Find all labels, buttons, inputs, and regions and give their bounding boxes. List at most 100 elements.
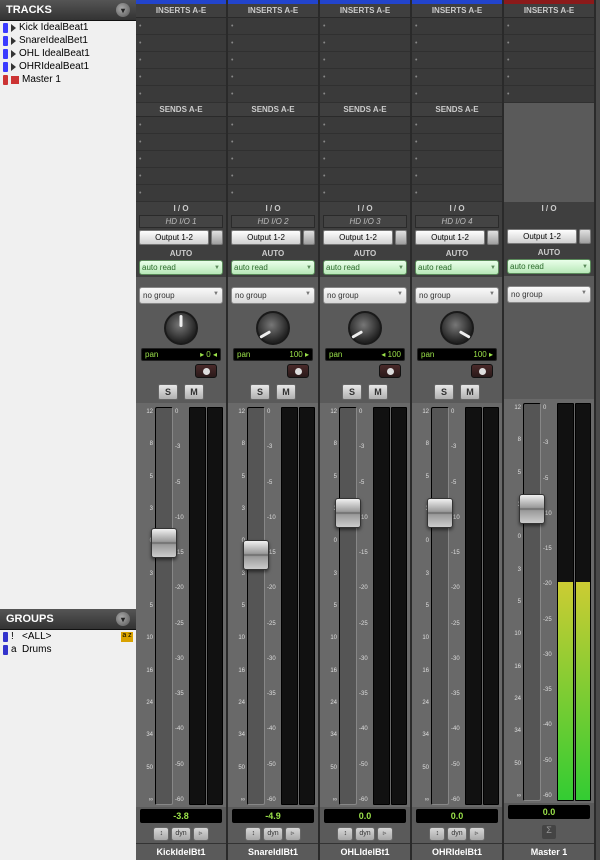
mute-button[interactable]: M (460, 384, 480, 400)
fader-cap[interactable] (335, 498, 361, 528)
record-enable-button[interactable] (471, 364, 493, 378)
fader-track[interactable] (431, 407, 449, 805)
record-enable-button[interactable] (379, 364, 401, 378)
send-slot[interactable]: • (228, 151, 318, 168)
channel-name[interactable]: KickIdelBt1 (136, 843, 226, 860)
send-slot[interactable]: • (412, 117, 502, 134)
insert-slot[interactable]: • (412, 69, 502, 86)
group-selector[interactable]: no group▼ (507, 286, 591, 303)
fader-value-display[interactable]: 0.0 (416, 809, 498, 823)
fader-cap[interactable] (519, 494, 545, 524)
dyn-button[interactable]: dyn (447, 827, 466, 841)
track-list-item[interactable]: Kick IdealBeat1 (0, 21, 136, 34)
output-assign-button[interactable] (211, 230, 223, 245)
group-list-item[interactable]: aDrums (0, 643, 136, 656)
insert-slot[interactable]: • (228, 35, 318, 52)
fader-track[interactable] (523, 403, 541, 801)
send-slot[interactable]: • (136, 151, 226, 168)
send-slot[interactable]: • (136, 168, 226, 185)
send-slot[interactable]: • (412, 168, 502, 185)
output-assign-button[interactable] (487, 230, 499, 245)
automation-mode-button[interactable]: auto read▼ (323, 260, 407, 275)
send-slot[interactable]: • (320, 185, 410, 202)
groups-menu-icon[interactable]: ▾ (116, 612, 130, 626)
fader-cap[interactable] (151, 528, 177, 558)
fader-track[interactable] (155, 407, 173, 805)
insert-slot[interactable]: • (320, 69, 410, 86)
insert-slot[interactable]: • (412, 18, 502, 35)
fader-track[interactable] (247, 407, 265, 805)
send-slot[interactable]: • (136, 185, 226, 202)
fader-value-display[interactable]: 0.0 (508, 805, 590, 819)
pan-knob[interactable] (256, 311, 290, 345)
trim-button[interactable]: ↕ (245, 827, 261, 841)
send-slot[interactable]: • (228, 185, 318, 202)
tracks-menu-icon[interactable]: ▾ (116, 3, 130, 17)
insert-slot[interactable]: • (228, 86, 318, 103)
insert-slot[interactable]: • (412, 35, 502, 52)
send-slot[interactable]: • (228, 117, 318, 134)
track-list-item[interactable]: OHRIdealBeat1 (0, 60, 136, 73)
insert-slot[interactable]: • (228, 52, 318, 69)
fader-value-display[interactable]: 0.0 (324, 809, 406, 823)
group-list-item[interactable]: !<ALL>a z (0, 630, 136, 643)
insert-slot[interactable]: • (136, 18, 226, 35)
fader-track[interactable] (339, 407, 357, 805)
insert-slot[interactable]: • (412, 86, 502, 103)
insert-slot[interactable]: • (412, 52, 502, 69)
output-assign-button[interactable] (395, 230, 407, 245)
fader-cap[interactable] (427, 498, 453, 528)
output-view-button[interactable]: ▹ (285, 827, 301, 841)
insert-slot[interactable]: • (136, 86, 226, 103)
insert-slot[interactable]: • (504, 86, 594, 103)
pan-knob[interactable] (440, 311, 474, 345)
pan-display[interactable]: pan◂ 100 (325, 348, 405, 361)
dyn-button[interactable]: dyn (171, 827, 190, 841)
output-assign-button[interactable] (303, 230, 315, 245)
sum-icon[interactable]: Σ (542, 825, 556, 839)
insert-slot[interactable]: • (504, 18, 594, 35)
send-slot[interactable]: • (412, 185, 502, 202)
mute-button[interactable]: M (276, 384, 296, 400)
dyn-button[interactable]: dyn (263, 827, 282, 841)
send-slot[interactable]: • (136, 117, 226, 134)
channel-name[interactable]: OHRIdelBt1 (412, 843, 502, 860)
channel-name[interactable]: SnareIdlBt1 (228, 843, 318, 860)
dyn-button[interactable]: dyn (355, 827, 374, 841)
automation-mode-button[interactable]: auto read▼ (231, 260, 315, 275)
trim-button[interactable]: ↕ (429, 827, 445, 841)
group-selector[interactable]: no group▼ (139, 287, 223, 304)
pan-display[interactable]: pan100 ▸ (233, 348, 313, 361)
insert-slot[interactable]: • (504, 69, 594, 86)
group-selector[interactable]: no group▼ (231, 287, 315, 304)
send-slot[interactable]: • (320, 134, 410, 151)
track-list-item[interactable]: Master 1 (0, 73, 136, 86)
mute-button[interactable]: M (184, 384, 204, 400)
track-list-item[interactable]: OHL IdealBeat1 (0, 47, 136, 60)
pan-display[interactable]: pan▸ 0 ◂ (141, 348, 221, 361)
pan-knob[interactable] (164, 311, 198, 345)
fader-cap[interactable] (243, 540, 269, 570)
insert-slot[interactable]: • (504, 52, 594, 69)
channel-name[interactable]: Master 1 (504, 843, 594, 860)
record-enable-button[interactable] (287, 364, 309, 378)
insert-slot[interactable]: • (320, 18, 410, 35)
insert-slot[interactable]: • (136, 69, 226, 86)
send-slot[interactable]: • (412, 134, 502, 151)
group-selector[interactable]: no group▼ (323, 287, 407, 304)
output-view-button[interactable]: ▹ (469, 827, 485, 841)
pan-knob[interactable] (348, 311, 382, 345)
send-slot[interactable]: • (320, 151, 410, 168)
send-slot[interactable]: • (320, 117, 410, 134)
group-selector[interactable]: no group▼ (415, 287, 499, 304)
solo-button[interactable]: S (434, 384, 454, 400)
send-slot[interactable]: • (228, 134, 318, 151)
input-selector[interactable]: HD I/O 2 (231, 215, 315, 228)
output-selector[interactable]: Output 1-2 (139, 230, 209, 245)
solo-button[interactable]: S (342, 384, 362, 400)
automation-mode-button[interactable]: auto read▼ (139, 260, 223, 275)
record-enable-button[interactable] (195, 364, 217, 378)
fader-value-display[interactable]: -4.9 (232, 809, 314, 823)
insert-slot[interactable]: • (320, 35, 410, 52)
insert-slot[interactable]: • (228, 69, 318, 86)
